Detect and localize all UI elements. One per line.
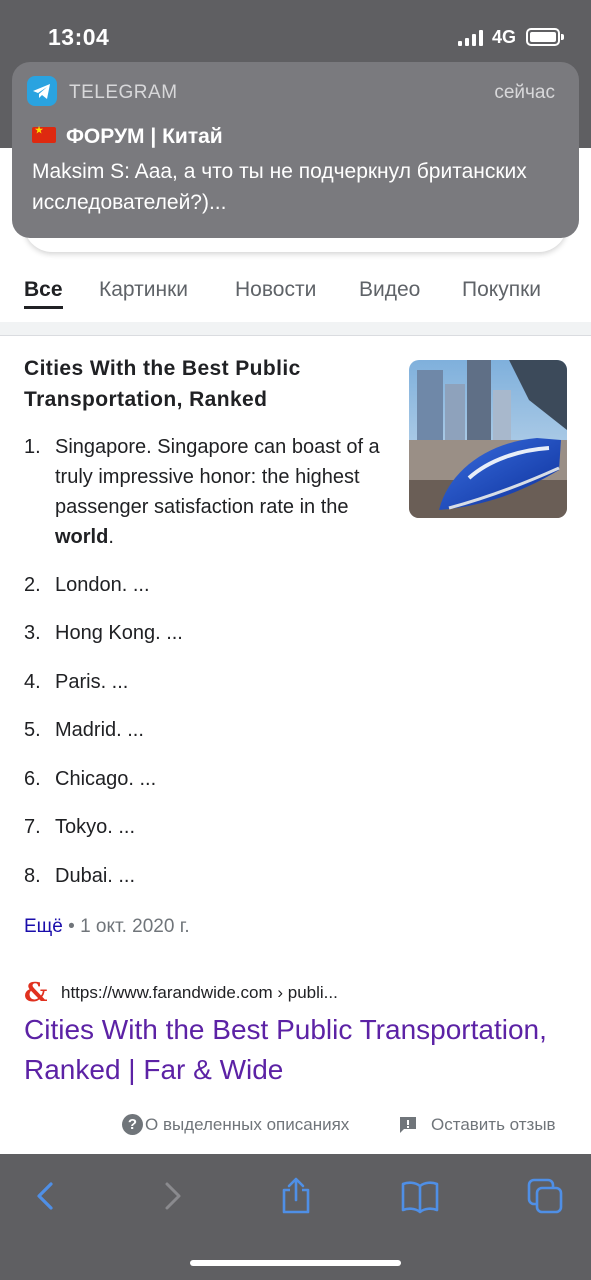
list-item-number: 7. bbox=[24, 816, 41, 838]
list-item-number: 5. bbox=[24, 719, 41, 741]
list-item-number: 8. bbox=[24, 865, 41, 887]
list-item-number: 2. bbox=[24, 574, 41, 596]
book-icon bbox=[401, 1181, 439, 1214]
browser-toolbar bbox=[0, 1154, 591, 1280]
snippet-date: • 1 окт. 2020 г. bbox=[62, 916, 190, 937]
home-indicator bbox=[190, 1260, 401, 1266]
snippet-title: Cities With the Best Public Transportati… bbox=[24, 357, 301, 411]
result-link-title[interactable]: Cities With the Best Public Transportati… bbox=[24, 1010, 564, 1090]
list-item-text-main: Singapore. Singapore can boast of a trul… bbox=[55, 436, 380, 518]
notification-title: ФОРУМ | Китай bbox=[32, 125, 223, 149]
signal-icon bbox=[458, 30, 484, 46]
list-item-number: 6. bbox=[24, 768, 41, 790]
list-item-tail: . bbox=[108, 526, 114, 548]
tab-videos[interactable]: Видео bbox=[359, 278, 420, 302]
separator bbox=[0, 322, 591, 336]
tabs-icon bbox=[527, 1178, 563, 1214]
tab-all[interactable]: Все bbox=[24, 278, 63, 302]
active-tab-underline bbox=[24, 306, 63, 309]
more-line: Ещё • 1 окт. 2020 г. bbox=[24, 916, 190, 938]
list-item-text: London. ... bbox=[55, 574, 150, 596]
list-item-text: Dubai. ... bbox=[55, 865, 136, 887]
list-item-text: Tokyo. ... bbox=[55, 816, 136, 838]
list-item-text: Chicago. ... bbox=[55, 768, 157, 790]
feedback-icon[interactable] bbox=[398, 1115, 418, 1140]
tab-shopping[interactable]: Покупки bbox=[462, 278, 541, 302]
list-item-number: 1. bbox=[24, 436, 41, 458]
bookmarks-button[interactable] bbox=[400, 1176, 440, 1216]
status-time: 13:04 bbox=[48, 24, 110, 50]
list-item-text: Singapore. Singapore can boast of a trul… bbox=[55, 432, 395, 552]
help-icon[interactable]: ? bbox=[122, 1114, 143, 1135]
battery-icon bbox=[526, 28, 564, 46]
source-url[interactable]: https://www.farandwide.com › publi... bbox=[61, 983, 338, 1003]
status-bar: 13:04 4G bbox=[0, 0, 591, 70]
farandwide-favicon-icon: & bbox=[24, 978, 48, 1008]
network-label: 4G bbox=[492, 27, 517, 47]
snippet-thumbnail[interactable] bbox=[409, 360, 567, 518]
chevron-left-icon bbox=[37, 1182, 53, 1210]
list-item-bold: world bbox=[55, 526, 109, 548]
list-item-text: Paris. ... bbox=[55, 671, 129, 693]
feedback-link[interactable]: Оставить отзыв bbox=[431, 1115, 556, 1135]
telegram-icon bbox=[27, 76, 57, 106]
telegram-notification[interactable]: TELEGRAM сейчас ФОРУМ | Китай Maksim S: … bbox=[12, 62, 579, 238]
list-item-text: Madrid. ... bbox=[55, 719, 144, 741]
search-tabs: Все Картинки Новости Видео Покупки bbox=[0, 262, 591, 322]
featured-snippet: Cities With the Best Public Transportati… bbox=[0, 336, 591, 1154]
share-button[interactable] bbox=[276, 1176, 316, 1216]
notification-body: Maksim S: Aaa, а что ты не подчеркнул бр… bbox=[32, 160, 527, 214]
list-item-number: 4. bbox=[24, 671, 41, 693]
notification-title-text: ФОРУМ | Китай bbox=[66, 125, 223, 148]
list-item-text: Hong Kong. ... bbox=[55, 622, 183, 644]
chevron-right-icon bbox=[165, 1182, 181, 1210]
tabs-button[interactable] bbox=[526, 1176, 566, 1216]
list-item-number: 3. bbox=[24, 622, 41, 644]
notification-time: сейчас bbox=[494, 82, 555, 103]
snippet-footer: ? О выделенных описаниях Оставить отзыв bbox=[0, 1114, 591, 1138]
about-snippets-link[interactable]: О выделенных описаниях bbox=[145, 1115, 349, 1135]
forward-button[interactable] bbox=[152, 1176, 192, 1216]
back-button[interactable] bbox=[26, 1176, 66, 1216]
tab-images[interactable]: Картинки bbox=[99, 278, 188, 302]
share-icon bbox=[282, 1177, 310, 1214]
notification-app-name: TELEGRAM bbox=[69, 82, 178, 103]
more-link[interactable]: Ещё bbox=[24, 916, 63, 937]
china-flag-icon bbox=[32, 125, 56, 144]
tab-news[interactable]: Новости bbox=[235, 278, 316, 302]
